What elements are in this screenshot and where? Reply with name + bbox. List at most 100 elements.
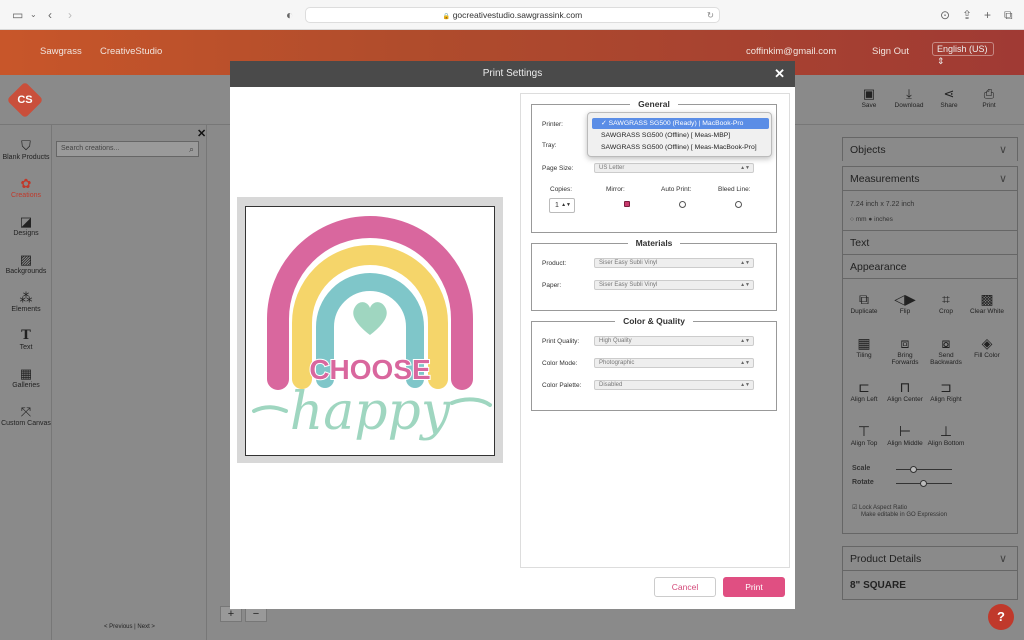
share-icon[interactable]: ⇪ (962, 7, 972, 23)
back-icon[interactable]: ‹ (48, 7, 52, 23)
printer-option[interactable]: SAWGRASS SG500 (Offline) [ Meas-MacBook-… (592, 142, 769, 153)
crop-button[interactable]: ⌗ Crop (925, 290, 967, 315)
forward-icon[interactable]: › (68, 7, 72, 23)
reload-icon[interactable]: ↻ (707, 8, 714, 23)
chevron-down-icon[interactable]: ⌄ (30, 7, 37, 23)
send-backwards-button[interactable]: ⧇ Send Backwards (925, 334, 967, 366)
printer-dropdown[interactable]: ✓ SAWGRASS SG500 (Ready) | MacBook-Pro S… (587, 112, 772, 157)
nav-label: Elements (11, 306, 41, 313)
select-arrows-icon: ▲▼ (740, 360, 750, 366)
tiling-button[interactable]: ▦ Tiling (843, 334, 885, 359)
nav-custom-canvas[interactable]: ⤧ Custom Canvas (0, 404, 52, 427)
nav-designs[interactable]: ◪ Designs (0, 214, 52, 237)
privacy-shield-icon[interactable]: ◐ (286, 7, 293, 23)
color-mode-select[interactable]: Photographic ▲▼ (594, 358, 754, 368)
product-link[interactable]: CreativeStudio (100, 46, 162, 57)
align-middle-icon: ⊢ (898, 423, 912, 439)
sidebar-toggle-icon[interactable]: ▭ (12, 7, 23, 23)
pager[interactable]: < Previous | Next > (104, 624, 155, 630)
align-bottom-button[interactable]: ⊥ Align Bottom (925, 422, 967, 447)
language-select[interactable]: English (US) ⇕ (932, 42, 994, 66)
units-toggle[interactable]: ○ mm ● inches (850, 216, 893, 223)
print-submit-button[interactable]: Print (723, 577, 785, 597)
close-panel-icon[interactable]: ✕ (197, 127, 206, 140)
printer-option[interactable]: ✓ SAWGRASS SG500 (Ready) | MacBook-Pro (592, 118, 769, 129)
appearance-label: Appearance (850, 261, 907, 273)
lock-aspect-label: Lock Aspect Ratio (859, 505, 908, 511)
download-button[interactable]: ⤓ Download (891, 86, 927, 109)
product-details-header[interactable]: Product Details ∨ (842, 546, 1018, 570)
tool-label: Bring Forwards (891, 352, 919, 366)
align-top-button[interactable]: ⊤ Align Top (843, 422, 885, 447)
print-button[interactable]: ⎙ Print (971, 86, 1007, 109)
nav-elements[interactable]: ⁂ Elements (0, 290, 52, 313)
galleries-icon: ▦ (19, 366, 33, 381)
objects-header[interactable]: Objects ∨ (842, 137, 1018, 161)
lock-aspect-checkbox[interactable]: ☑ Lock Aspect Ratio (852, 504, 907, 511)
nav-text[interactable]: T Text (0, 328, 52, 351)
color-palette-select[interactable]: Disabled ▲▼ (594, 380, 754, 390)
bleed-line-radio[interactable] (735, 201, 742, 208)
nav-backgrounds[interactable]: ▨ Backgrounds (0, 252, 52, 275)
new-tab-icon[interactable]: + (984, 7, 991, 23)
share-button[interactable]: ⋖ Share (931, 86, 967, 109)
print-quality-value: High Quality (599, 338, 632, 344)
sign-out-link[interactable]: Sign Out (872, 46, 909, 57)
mirror-checkbox[interactable] (624, 201, 630, 207)
flip-button[interactable]: ◁▶ Flip (884, 290, 926, 315)
nav-creations[interactable]: ✿ Creations (0, 176, 52, 199)
close-icon[interactable]: ✕ (774, 61, 785, 87)
lock-icon: 🔒 (442, 14, 451, 20)
align-right-button[interactable]: ⊐ Align Right (925, 378, 967, 403)
tool-label: Tiling (856, 352, 872, 359)
rotate-slider-handle[interactable] (920, 480, 927, 487)
search-input[interactable]: Search creations... ⌕ (56, 141, 199, 157)
tab-overview-icon[interactable]: ⧉ (1004, 7, 1013, 23)
download-icon[interactable]: ⊙ (940, 7, 950, 23)
nav-blank-products[interactable]: ⛉ Blank Products (0, 138, 52, 161)
nav-galleries[interactable]: ▦ Galleries (0, 366, 52, 389)
stepper-icon[interactable]: ▲▼ (561, 199, 571, 212)
fill-color-button[interactable]: ◈ Fill Color (966, 334, 1008, 359)
units-inches: inches (874, 216, 893, 223)
text-header[interactable]: Text (842, 230, 1018, 254)
duplicate-button[interactable]: ⧉ Duplicate (843, 290, 885, 315)
page-size-select[interactable]: US Letter ▲▼ (594, 163, 754, 173)
print-settings-dialog: Print Settings ✕ CHOOSE happy General Pri… (230, 61, 795, 609)
scale-slider-handle[interactable] (910, 466, 917, 473)
dialog-title: Print Settings (482, 68, 543, 79)
auto-print-radio[interactable] (679, 201, 686, 208)
account-email[interactable]: coffinkim@gmail.com (746, 46, 836, 57)
copies-stepper[interactable]: 1 ▲▼ (549, 198, 575, 213)
select-arrows-icon: ▲▼ (740, 382, 750, 388)
align-left-icon: ⊏ (858, 379, 870, 395)
help-button[interactable]: ? (988, 604, 1014, 630)
measurements-header[interactable]: Measurements ∨ (842, 166, 1018, 190)
choose-text: CHOOSE (309, 354, 430, 385)
address-bar[interactable]: 🔒 gocreativestudio.sawgrassink.com ↻ (305, 7, 720, 23)
bring-forwards-button[interactable]: ⧈ Bring Forwards (884, 334, 926, 366)
print-quality-select[interactable]: High Quality ▲▼ (594, 336, 754, 346)
copies-label: Copies: (550, 186, 573, 193)
align-middle-button[interactable]: ⊢ Align Middle (884, 422, 926, 447)
chevron-down-icon: ∨ (998, 553, 1007, 565)
printer-option[interactable]: SAWGRASS SG500 (Offline) [ Meas-MBP] (592, 130, 769, 141)
product-select[interactable]: Siser Easy Subli Vinyl ▲▼ (594, 258, 754, 268)
scale-slider-track[interactable] (896, 469, 952, 470)
paper-select[interactable]: Siser Easy Subli Vinyl ▲▼ (594, 280, 754, 290)
cancel-button[interactable]: Cancel (654, 577, 716, 597)
appearance-header[interactable]: Appearance (842, 254, 1018, 278)
align-center-button[interactable]: ⊓ Align Center (884, 378, 926, 403)
clear-white-button[interactable]: ▩ Clear White (966, 290, 1008, 315)
search-icon[interactable]: ⌕ (189, 142, 194, 156)
brand-link[interactable]: Sawgrass (40, 46, 82, 57)
nav-label: Text (19, 344, 33, 351)
align-left-button[interactable]: ⊏ Align Left (843, 378, 885, 403)
creations-icon: ✿ (20, 176, 32, 191)
save-button[interactable]: ▣ Save (851, 86, 887, 109)
nav-label: Backgrounds (5, 268, 47, 275)
product-name: 8" SQUARE (842, 570, 1018, 600)
color-quality-legend: Color & Quality (623, 316, 685, 326)
designs-icon: ◪ (19, 214, 33, 229)
product-label: Product: (542, 260, 567, 267)
